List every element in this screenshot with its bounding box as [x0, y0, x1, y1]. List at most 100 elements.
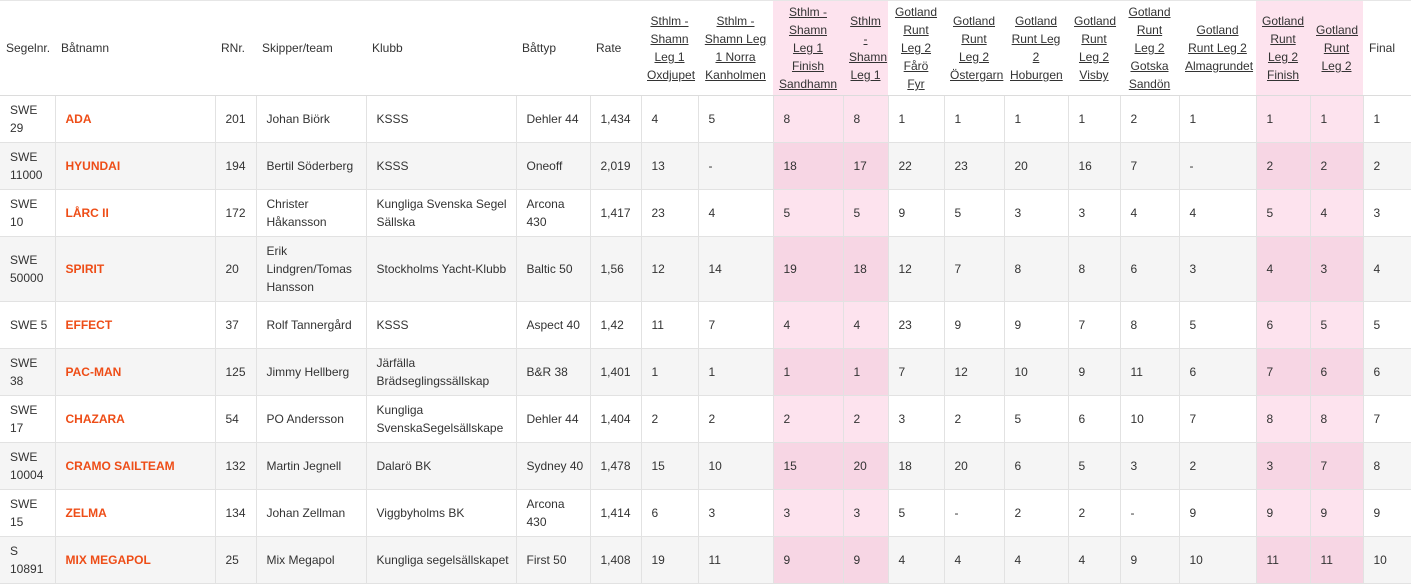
table-row: SWE 10 LÅRC II 172 Christer Håkansson Kungli… [0, 189, 1411, 237]
leg-result-cell: 2 [1003, 489, 1068, 537]
leg-result-cell: 23 [943, 142, 1004, 190]
boat-type-cell: Arcona 430 [515, 189, 590, 237]
leg-result-cell: 19 [640, 536, 698, 584]
club-cell: Järfälla Brädseglingssällskap [365, 348, 516, 396]
leg-result-cell: 5 [1003, 395, 1068, 443]
leg-result-cell: 7 [697, 301, 773, 349]
leg-result-cell: 14 [697, 236, 773, 302]
leg-result-cell: 8 [1119, 301, 1179, 349]
leg-result-cell: 6 [1178, 348, 1256, 396]
col-leg2-faro-fyr-link[interactable]: Gotland Runt Leg 2 Fårö Fyr [894, 3, 938, 93]
col-leg2-almagrundet-link[interactable]: Gotland Runt Leg 2 Almagrundet [1185, 21, 1253, 75]
leg-result-cell: 3 [772, 489, 843, 537]
leg-result-cell: 1 [887, 95, 944, 143]
club-cell: Kungliga Svenska Segel Sällska [365, 189, 516, 237]
col-leg1-oxdjupet-link[interactable]: Sthlm - Shamn Leg 1 Oxdjupet [647, 12, 695, 84]
sail-number-cell: SWE 38 [0, 348, 55, 396]
leg-result-cell: 4 [772, 301, 843, 349]
header-row: Segelnr. Båtnamn RNr. Skipper/team Klubb… [0, 0, 1411, 96]
leg-result-cell: 11 [1309, 536, 1363, 584]
skipper-cell: Mix Megapol [255, 536, 366, 584]
boat-type-cell: Oneoff [515, 142, 590, 190]
leg-result-cell: 18 [887, 442, 944, 490]
col-leg2-gotska-sandon-link[interactable]: Gotland Runt Leg 2 Gotska Sandön [1126, 3, 1173, 93]
col-leg2-gotska-sandon: Gotland Runt Leg 2 Gotska Sandön [1120, 0, 1179, 96]
col-leg1-link[interactable]: Sthlm - Shamn Leg 1 [849, 12, 887, 84]
club-cell: Stockholms Yacht-Klubb [365, 236, 516, 302]
leg-result-cell: 3 [887, 395, 944, 443]
boat-name-cell: LÅRC II [54, 189, 215, 237]
rating-number-cell: 132 [214, 442, 256, 490]
club-cell: KSSS [365, 95, 516, 143]
final-cell: 9 [1362, 489, 1411, 537]
rate-cell: 1,404 [589, 395, 641, 443]
col-leg2-hoburgen-link[interactable]: Gotland Runt Leg 2 Hoburgen [1010, 12, 1063, 84]
final-cell: 1 [1362, 95, 1411, 143]
leg-result-cell: 4 [1067, 536, 1120, 584]
col-leg2-ostergarn-link[interactable]: Gotland Runt Leg 2 Östergarn [950, 12, 1003, 84]
boat-type-cell: Baltic 50 [515, 236, 590, 302]
sail-number-cell: S 10891 [0, 536, 55, 584]
leg-result-cell: 1 [1003, 95, 1068, 143]
col-leg2-link[interactable]: Gotland Runt Leg 2 [1316, 21, 1358, 75]
leg-result-cell: 6 [1119, 236, 1179, 302]
boat-name-cell: ADA [54, 95, 215, 143]
boat-name-cell: SPIRIT [54, 236, 215, 302]
col-leg2-visby-link[interactable]: Gotland Runt Leg 2 Visby [1074, 12, 1116, 84]
col-final: Final [1363, 0, 1411, 96]
leg-result-cell: 3 [1067, 189, 1120, 237]
col-leg2-finish-link[interactable]: Gotland Runt Leg 2 Finish [1262, 12, 1304, 84]
leg-result-cell: 18 [842, 236, 888, 302]
leg-result-cell: 4 [1255, 236, 1310, 302]
leg-result-cell: 9 [1178, 489, 1256, 537]
boat-name-cell: CHAZARA [54, 395, 215, 443]
final-cell: 10 [1362, 536, 1411, 584]
col-leg2-visby: Gotland Runt Leg 2 Visby [1068, 0, 1120, 96]
leg-result-cell: 4 [1309, 189, 1363, 237]
col-leg2: Gotland Runt Leg 2 [1310, 0, 1363, 96]
leg-result-cell: 8 [1309, 395, 1363, 443]
boat-name-cell: PAC-MAN [54, 348, 215, 396]
sail-number-cell: SWE 29 [0, 95, 55, 143]
final-cell: 8 [1362, 442, 1411, 490]
leg-result-cell: 5 [943, 189, 1004, 237]
leg-result-cell: 3 [1309, 236, 1363, 302]
boat-type-cell: First 50 [515, 536, 590, 584]
leg-result-cell: 1 [1067, 95, 1120, 143]
rate-cell: 1,434 [589, 95, 641, 143]
leg-result-cell: 4 [887, 536, 944, 584]
leg-result-cell: 7 [943, 236, 1004, 302]
leg-result-cell: 15 [640, 442, 698, 490]
col-battyp: Båttyp [516, 0, 590, 96]
leg-result-cell: 4 [842, 301, 888, 349]
table-row: SWE 15 ZELMA 134 Johan Zellman Viggbyholms B… [0, 489, 1411, 537]
leg-result-cell: 7 [1067, 301, 1120, 349]
leg-result-cell: 18 [772, 142, 843, 190]
skipper-cell: Rolf Tannergård [255, 301, 366, 349]
skipper-cell: Johan Biörk [255, 95, 366, 143]
rating-number-cell: 37 [214, 301, 256, 349]
club-cell: Viggbyholms BK [365, 489, 516, 537]
boat-type-cell: Dehler 44 [515, 395, 590, 443]
leg-result-cell: 1 [1178, 95, 1256, 143]
leg-result-cell: 23 [640, 189, 698, 237]
col-leg1-norra-kanholmen-link[interactable]: Sthlm - Shamn Leg 1 Norra Kanholmen [704, 12, 767, 84]
rate-cell: 1,417 [589, 189, 641, 237]
skipper-cell: Erik Lindgren/Tomas Hansson [255, 236, 366, 302]
leg-result-cell: 9 [1255, 489, 1310, 537]
col-rnr: RNr. [215, 0, 256, 96]
leg-result-cell: 7 [1178, 395, 1256, 443]
leg-result-cell: 5 [887, 489, 944, 537]
club-cell: Kungliga segelsällskapet [365, 536, 516, 584]
leg-result-cell: 6 [1003, 442, 1068, 490]
leg-result-cell: 20 [842, 442, 888, 490]
leg-result-cell: 9 [887, 189, 944, 237]
rating-number-cell: 172 [214, 189, 256, 237]
rate-cell: 1,478 [589, 442, 641, 490]
col-leg1-finish-sandhamn-link[interactable]: Sthlm - Shamn Leg 1 Finish Sandhamn [779, 3, 837, 93]
leg-result-cell: 2 [842, 395, 888, 443]
col-segelnr: Segelnr. [0, 0, 55, 96]
col-leg2-ostergarn: Gotland Runt Leg 2 Östergarn [944, 0, 1004, 96]
leg-result-cell: - [1178, 142, 1256, 190]
leg-result-cell: 4 [697, 189, 773, 237]
